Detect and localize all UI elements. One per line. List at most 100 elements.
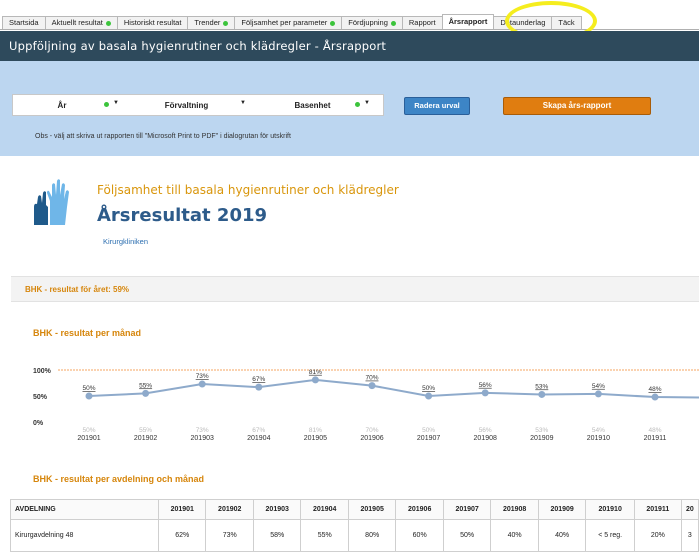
x-tick-label: 201909 — [530, 435, 553, 442]
faded-data-label: 56% — [479, 427, 492, 434]
status-dot-icon — [330, 20, 336, 26]
column-header: 201903 — [252, 499, 302, 520]
x-tick-label: 201905 — [304, 435, 327, 442]
filter-bar: År ▼ Förvaltning ▼ Basenhet ▼ — [12, 94, 384, 116]
data-label: 54% — [592, 383, 605, 390]
x-tick-label: 201911 — [644, 435, 667, 442]
sheet-tab[interactable]: Årsrapport — [441, 14, 495, 29]
sheet-tab-label: Täck — [558, 18, 575, 27]
sheet-tab[interactable]: Aktuellt resultat — [44, 16, 118, 29]
report-title: Årsresultat 2019 — [97, 205, 268, 226]
table-cell: 3 — [680, 519, 699, 552]
sheet-tab[interactable]: Följsamhet per parameter — [234, 16, 343, 29]
sheet-tab[interactable]: Historiskt resultat — [116, 16, 189, 29]
data-label: 55% — [139, 382, 152, 389]
data-point — [651, 393, 659, 401]
status-dot-icon — [390, 20, 396, 26]
x-tick-label: 201908 — [474, 435, 497, 442]
table-cell: 20% — [633, 519, 682, 552]
column-header: AVDELNING — [10, 499, 159, 520]
year-result-text: BHK - resultat för året: 59% — [25, 285, 130, 294]
table-row: Kirurgavdelning 48 62% 73% 58% 55% 80% 60% 50% 4… — [10, 519, 699, 552]
data-label: 73% — [196, 373, 209, 380]
sheet-tab-label: Trender — [194, 18, 221, 27]
hands-logo-icon — [34, 179, 69, 225]
data-point — [594, 390, 602, 398]
chevron-down-icon[interactable]: ▼ — [240, 100, 246, 106]
clear-selection-button[interactable]: Radera urval — [404, 97, 470, 115]
faded-data-label: 55% — [139, 427, 152, 434]
base-unit-filter[interactable]: Basenhet ▼ — [258, 95, 383, 115]
faded-data-label: 53% — [535, 427, 548, 434]
sheet-tab[interactable]: Rapport — [401, 16, 443, 29]
sheet-tab[interactable]: Dataunderlag — [493, 16, 553, 29]
chevron-down-icon[interactable]: ▼ — [364, 100, 370, 106]
faded-data-label: 70% — [365, 427, 378, 434]
x-tick-label: 201910 — [587, 435, 610, 442]
faded-data-label: 50% — [82, 427, 95, 434]
sheet-tab-label: Rapport — [408, 18, 436, 27]
data-label: 48% — [648, 386, 661, 393]
year-filter[interactable]: År ▼ — [13, 95, 133, 115]
year-filter-label: År — [57, 100, 67, 110]
monthly-section-title: BHK - resultat per månad — [33, 328, 142, 338]
table-cell: 55% — [300, 519, 349, 552]
data-point — [425, 392, 433, 400]
data-point — [368, 382, 376, 390]
report-subtitle: Följsamhet till basala hygienrutiner och… — [97, 183, 399, 197]
faded-data-label: 50% — [422, 427, 435, 434]
year-result-bar: BHK - resultat för året: 59% — [11, 276, 699, 302]
sheet-tab-label: Historiskt resultat — [123, 18, 182, 27]
data-label: 50% — [422, 385, 435, 392]
x-tick-label: 201902 — [134, 435, 157, 442]
department-section-title: BHK - resultat per avdelning och månad — [33, 474, 205, 484]
table-cell: 58% — [252, 519, 302, 552]
chevron-down-icon[interactable]: ▼ — [113, 100, 119, 106]
data-point — [481, 389, 489, 397]
sheet-tab[interactable]: Startsida — [2, 16, 46, 29]
data-label: 50% — [82, 385, 95, 392]
print-notice: Obs - välj att skriva ut rapporten till … — [35, 133, 291, 140]
sheet-tab[interactable]: Trender — [187, 16, 236, 29]
column-header: 201904 — [300, 499, 349, 520]
status-dot-icon — [355, 102, 360, 107]
page-title: Uppföljning av basala hygienrutiner och … — [0, 31, 699, 61]
sheet-tab[interactable]: Fördjupning — [341, 16, 403, 29]
status-dot-icon — [104, 102, 109, 107]
sheet-tab[interactable]: Täck — [551, 16, 582, 29]
table-cell: < 5 reg. — [585, 519, 635, 552]
faded-data-label: 48% — [648, 427, 661, 434]
clinic-name: Kirurgkliniken — [103, 237, 149, 246]
create-annual-report-button[interactable]: Skapa års-rapport — [503, 97, 651, 115]
column-header: 20 — [680, 499, 699, 520]
faded-data-label: 54% — [592, 427, 605, 434]
status-dot-icon — [223, 20, 229, 26]
column-header: 201907 — [442, 499, 492, 520]
sheet-tab-label: Följsamhet per parameter — [241, 18, 328, 27]
faded-data-label: 81% — [309, 427, 322, 434]
y-tick-label: 0% — [33, 420, 44, 427]
data-label: 56% — [479, 382, 492, 389]
status-dot-icon — [105, 20, 111, 26]
data-point — [311, 376, 319, 384]
table-cell: 80% — [347, 519, 397, 552]
x-tick-label: 201907 — [417, 435, 440, 442]
administration-filter[interactable]: Förvaltning ▼ — [133, 95, 258, 115]
x-tick-label: 201903 — [191, 435, 214, 442]
table-header-row: AVDELNING 201901 201902 201903 201904 201905 2… — [10, 499, 699, 520]
table-cell: 40% — [490, 519, 539, 552]
series-line — [88, 378, 699, 399]
administration-filter-label: Förvaltning — [164, 100, 209, 110]
column-header: 201911 — [633, 499, 682, 520]
department-table: AVDELNING 201901 201902 201903 201904 201905 2… — [10, 499, 699, 552]
sheet-tab-label: Dataunderlag — [500, 18, 546, 27]
column-header: 201902 — [205, 499, 254, 520]
filter-panel: År ▼ Förvaltning ▼ Basenhet ▼ Radera urv… — [0, 61, 699, 156]
column-header: 201906 — [395, 499, 444, 520]
data-point — [255, 383, 263, 391]
sheet-tab-strip: Startsida Aktuellt resultat Historiskt res… — [0, 0, 699, 30]
y-tick-label: 50% — [33, 394, 48, 401]
column-header: 201905 — [347, 499, 397, 520]
data-point — [538, 390, 546, 398]
x-tick-label: 201901 — [77, 435, 100, 442]
